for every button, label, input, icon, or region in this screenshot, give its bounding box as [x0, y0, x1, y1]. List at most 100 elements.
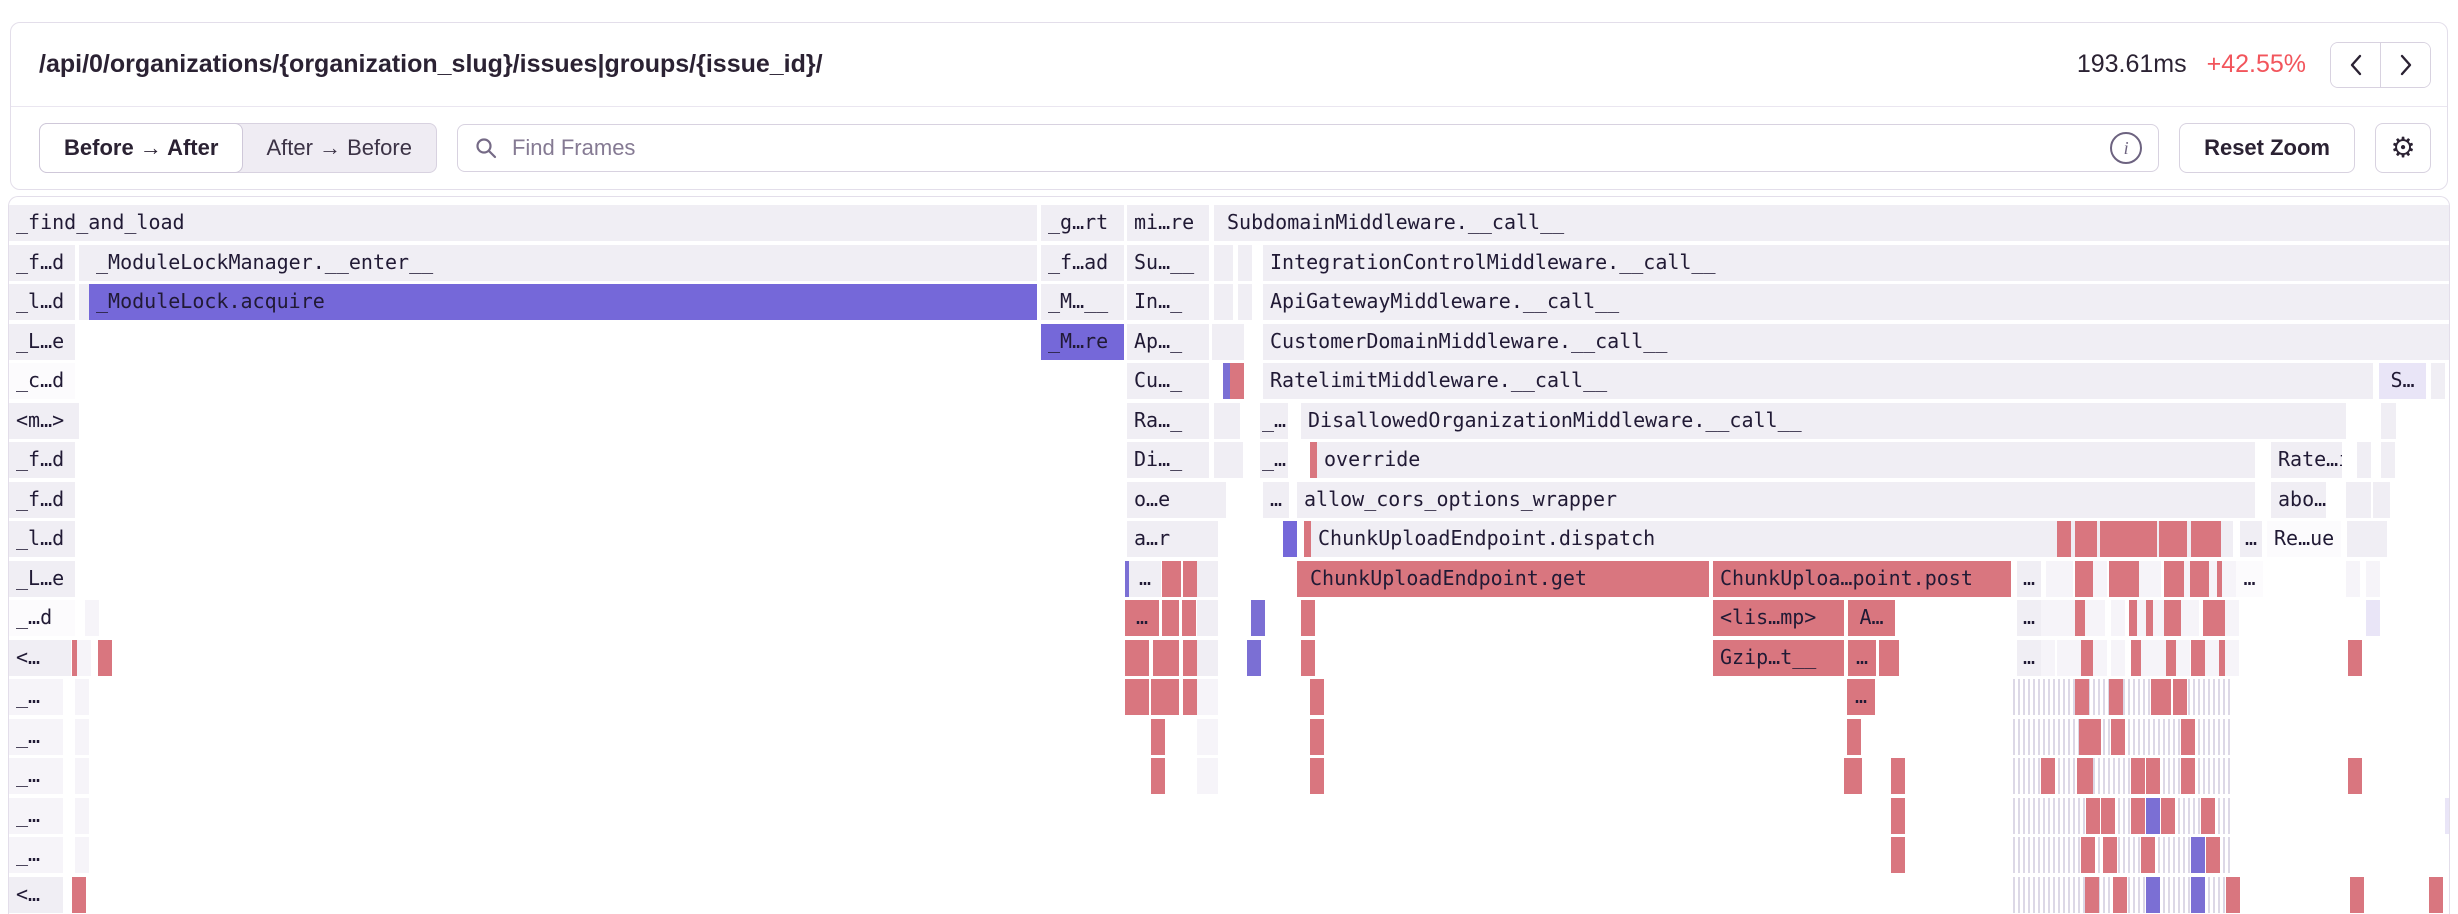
frame-sliver[interactable]: [2347, 521, 2361, 557]
frame[interactable]: _c…d: [9, 363, 75, 399]
reset-zoom-button[interactable]: Reset Zoom: [2179, 123, 2355, 173]
frame-sliver[interactable]: [75, 837, 89, 873]
frame-sliver[interactable]: [1847, 719, 1861, 755]
frame-sliver[interactable]: [2181, 600, 2199, 636]
frame-sliver[interactable]: [2366, 600, 2380, 636]
frame-sliver[interactable]: [77, 640, 91, 676]
frame-sliver[interactable]: [2085, 600, 2105, 636]
frame-sliver[interactable]: [1310, 719, 1324, 755]
toggle-after-before[interactable]: After → Before: [242, 124, 436, 172]
frame[interactable]: …: [1125, 600, 1159, 636]
frame[interactable]: _L…e: [9, 324, 75, 360]
frame[interactable]: …: [2236, 561, 2263, 597]
frame[interactable]: _L…e: [9, 561, 75, 597]
frame-sliver[interactable]: [2381, 442, 2395, 478]
frame-sliver[interactable]: [2348, 758, 2362, 794]
frame-sliver[interactable]: [2131, 758, 2145, 794]
frame[interactable]: DisallowedOrganizationMiddleware.__call_…: [1301, 403, 2346, 439]
frame-sliver[interactable]: [2013, 798, 2231, 834]
frame[interactable]: abo…eck: [2271, 482, 2326, 518]
frame-sliver[interactable]: [2157, 679, 2171, 715]
frame[interactable]: _…: [9, 679, 63, 715]
frame-sliver[interactable]: [2348, 640, 2362, 676]
frame-sliver[interactable]: [1219, 284, 1233, 320]
frame-sliver[interactable]: [1204, 561, 1218, 597]
frame-sliver[interactable]: [1162, 640, 1179, 676]
settings-button[interactable]: ⚙: [2375, 123, 2431, 173]
frame[interactable]: mi…re: [1127, 205, 1209, 241]
frame[interactable]: _…: [9, 758, 63, 794]
frame[interactable]: …: [1847, 679, 1875, 715]
frame-sliver[interactable]: [1283, 521, 1297, 557]
frame-sliver[interactable]: [1212, 482, 1226, 518]
frame-sliver[interactable]: [2103, 837, 2117, 873]
frame-sliver[interactable]: [1229, 442, 1243, 478]
frame-sliver[interactable]: [2346, 561, 2360, 597]
frame-sliver[interactable]: [2205, 640, 2219, 676]
frame-sliver[interactable]: [1891, 758, 1905, 794]
frame-sliver[interactable]: [2206, 837, 2220, 873]
frame-sliver[interactable]: [1885, 640, 1899, 676]
frame-sliver[interactable]: [1162, 600, 1179, 636]
frame-sliver[interactable]: [2181, 758, 2195, 794]
frame[interactable]: _l…d: [9, 521, 75, 557]
frame-sliver[interactable]: [1199, 482, 1213, 518]
frame-sliver[interactable]: [1204, 521, 1218, 557]
frame[interactable]: o…e: [1127, 482, 1209, 518]
frame-sliver[interactable]: [2159, 521, 2173, 557]
frame-sliver[interactable]: [2226, 877, 2240, 913]
frame-sliver[interactable]: [2173, 521, 2187, 557]
frame[interactable]: <m…>: [9, 403, 79, 439]
frame-sliver[interactable]: [75, 798, 89, 834]
find-frames-input[interactable]: [510, 134, 2098, 162]
frame-sliver[interactable]: [2146, 798, 2160, 834]
frame[interactable]: _…: [9, 719, 63, 755]
frame-sliver[interactable]: [2181, 719, 2195, 755]
frame-sliver[interactable]: [1844, 758, 1862, 794]
frame-sliver[interactable]: [2381, 403, 2396, 439]
frame-sliver[interactable]: [1204, 600, 1218, 636]
frame-sliver[interactable]: [1204, 640, 1218, 676]
frame-sliver[interactable]: [2141, 837, 2155, 873]
frame[interactable]: …: [2017, 640, 2041, 676]
frame[interactable]: SubdomainMiddleware.__call__: [1220, 205, 2450, 241]
frame[interactable]: Ra…_: [1127, 403, 1209, 439]
frame-sliver[interactable]: [2111, 640, 2125, 676]
frame[interactable]: _g…rt: [1041, 205, 1124, 241]
frame-sliver[interactable]: [2222, 561, 2236, 597]
frame-sliver[interactable]: [1301, 600, 1315, 636]
frame[interactable]: _l…d: [9, 284, 75, 320]
frame[interactable]: …: [2017, 561, 2041, 597]
frame-sliver[interactable]: [2111, 600, 2125, 636]
frame-sliver[interactable]: [1310, 679, 1324, 715]
frame-sliver[interactable]: [2057, 521, 2071, 557]
frame[interactable]: Gzip…t__: [1713, 640, 1844, 676]
next-button[interactable]: [2381, 43, 2430, 87]
frame[interactable]: Di…_: [1127, 442, 1209, 478]
frame-sliver[interactable]: [2153, 640, 2167, 676]
frame[interactable]: _f…d: [9, 482, 75, 518]
frame-sliver[interactable]: [2431, 363, 2445, 399]
frame[interactable]: IntegrationControlMiddleware.__call__: [1263, 245, 2450, 281]
frame-sliver[interactable]: [2350, 877, 2364, 913]
frame-sliver[interactable]: [2207, 521, 2221, 557]
frame-sliver[interactable]: [1182, 600, 1196, 636]
frame-sliver[interactable]: [2201, 798, 2215, 834]
frame-sliver[interactable]: [2046, 561, 2060, 597]
frame[interactable]: <…: [9, 877, 63, 913]
frame-sliver[interactable]: [2191, 877, 2205, 913]
frame-sliver[interactable]: [2429, 877, 2443, 913]
frame-sliver[interactable]: [2173, 679, 2187, 715]
frame-sliver[interactable]: [1204, 719, 1218, 755]
frame-sliver[interactable]: [2146, 758, 2160, 794]
frame-sliver[interactable]: [2086, 798, 2100, 834]
info-icon[interactable]: i: [2110, 132, 2142, 164]
frame-sliver[interactable]: [2373, 482, 2390, 518]
frame-sliver[interactable]: [1125, 679, 1149, 715]
frame[interactable]: …: [2017, 600, 2041, 636]
frame-sliver[interactable]: [75, 758, 89, 794]
frame[interactable]: …: [1848, 640, 1876, 676]
frame-sliver[interactable]: [2139, 561, 2161, 597]
frame[interactable]: ApiGatewayMiddleware.__call__: [1263, 284, 2450, 320]
frame[interactable]: …: [2240, 521, 2262, 557]
